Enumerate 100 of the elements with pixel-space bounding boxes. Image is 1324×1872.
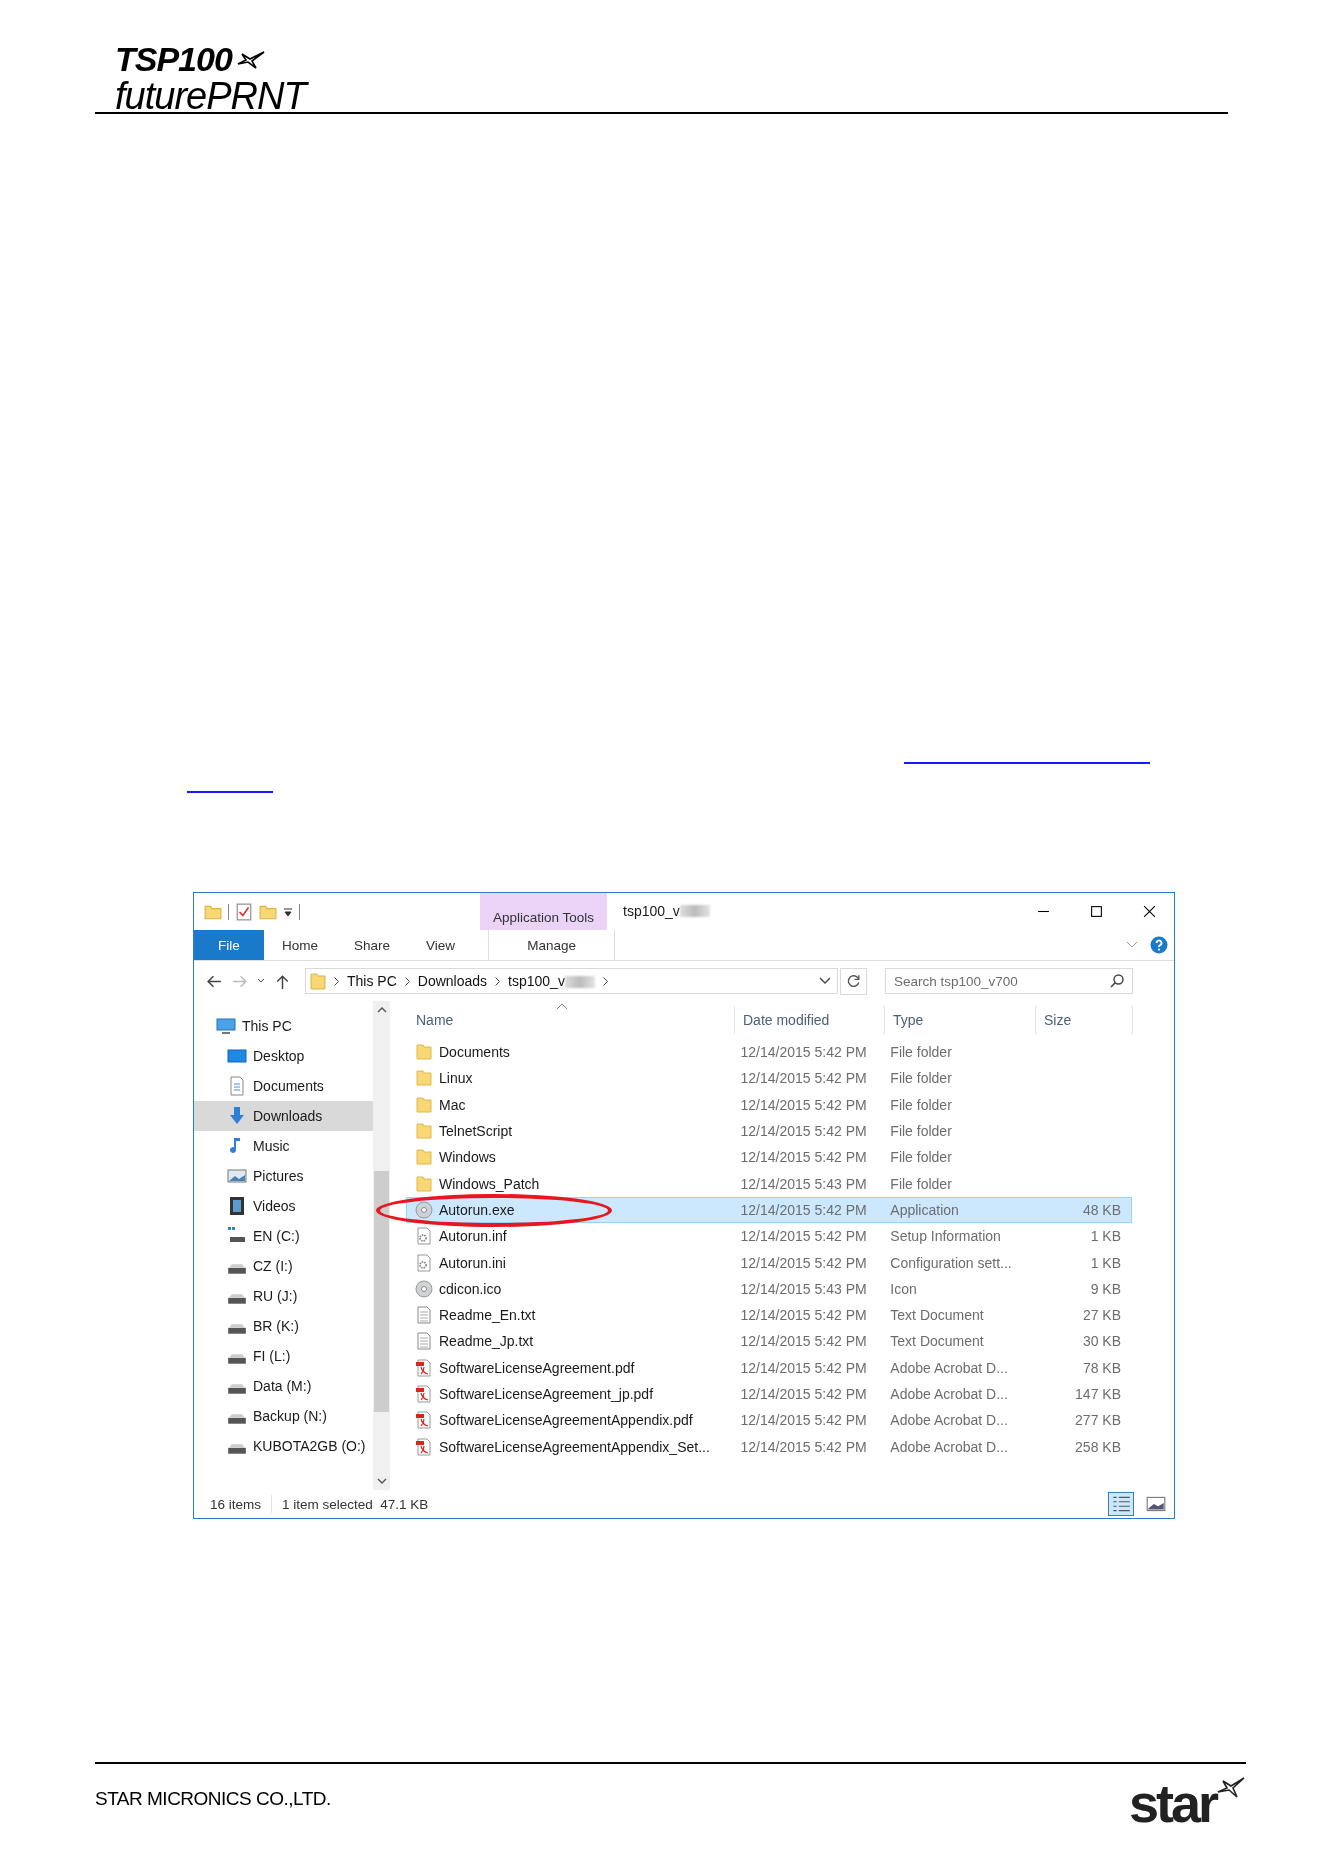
film-icon xyxy=(227,1196,247,1216)
dropdown-icon[interactable] xyxy=(283,906,293,917)
file-row[interactable]: Readme_En.txt 12/14/2015 5:42 PM Text Document 27 KB xyxy=(406,1301,1132,1329)
file-row[interactable]: cdicon.ico 12/14/2015 5:43 PM Icon 9 KB xyxy=(406,1275,1132,1302)
type-cell-text: Application xyxy=(889,1201,960,1218)
scroll-up-icon[interactable] xyxy=(376,1007,387,1013)
file-row[interactable]: Autorun.inf 12/14/2015 5:42 PM Setup Information 1 KB xyxy=(406,1223,1132,1250)
file-name: TelnetScript xyxy=(439,1123,513,1140)
nav-item[interactable]: EN (C:) xyxy=(194,1221,373,1251)
text-file-icon xyxy=(415,1306,433,1325)
breadcrumb-item[interactable]: Downloads xyxy=(417,973,488,989)
drive-icon xyxy=(227,1383,247,1395)
nav-item[interactable]: KUBOTA2GB (O:) xyxy=(194,1431,373,1461)
file-row[interactable]: SoftwareLicenseAgreementAppendix.pdf 12/14/2015 5:42 PM Adobe Acrobat D... 277 KB xyxy=(406,1407,1132,1434)
folder-icon xyxy=(415,1148,433,1167)
ribbon-tab[interactable]: File xyxy=(194,930,264,960)
drive-icon xyxy=(227,1353,247,1365)
nav-item[interactable]: Documents xyxy=(194,1071,373,1101)
scroll-down-icon[interactable] xyxy=(376,1478,387,1484)
size-cell: 78 KB xyxy=(1082,1359,1121,1376)
nav-item[interactable]: Backup (N:) xyxy=(194,1401,373,1431)
search-icon xyxy=(1109,973,1125,989)
nav-item[interactable]: BR (K:) xyxy=(194,1311,373,1341)
nav-item[interactable]: Videos xyxy=(194,1191,373,1221)
file-row[interactable]: Autorun.exe 12/14/2015 5:42 PM Application 48 KB xyxy=(406,1196,1132,1224)
date-cell-text: 12/14/2015 5:42 PM xyxy=(739,1149,868,1166)
date-cell-text: 12/14/2015 5:42 PM xyxy=(739,1254,868,1271)
breadcrumb-item[interactable]: This PC xyxy=(347,973,397,989)
type-cell-text: File folder xyxy=(889,1175,953,1192)
file-row[interactable]: Linux 12/14/2015 5:42 PM File folder xyxy=(406,1065,1132,1092)
date-cell-text: 12/14/2015 5:42 PM xyxy=(739,1307,868,1324)
file-row[interactable]: Windows_Patch 12/14/2015 5:43 PM File folder xyxy=(406,1170,1132,1197)
scrollbar[interactable] xyxy=(373,1001,390,1490)
file-name: SoftwareLicenseAgreement.pdf xyxy=(439,1359,635,1376)
selection-info: 1 item selected 47.1 KB xyxy=(282,1496,429,1512)
breadcrumb-item[interactable]: tsp100_v xyxy=(508,973,595,989)
nav-item[interactable]: FI (L:) xyxy=(194,1341,373,1371)
help-icon[interactable] xyxy=(1150,936,1168,954)
settings-file-icon xyxy=(415,1253,433,1272)
file-name: SoftwareLicenseAgreement_jp.pdf xyxy=(439,1386,654,1402)
disc-icon xyxy=(415,1279,433,1298)
file-row[interactable]: Readme_Jp.txt 12/14/2015 5:42 PM Text Document 30 KB xyxy=(406,1328,1132,1355)
blurred-text xyxy=(564,976,595,988)
details-view-icon[interactable] xyxy=(1108,1492,1134,1516)
nav-item[interactable]: Music xyxy=(194,1131,373,1161)
type-cell-text: File folder xyxy=(889,1096,953,1113)
file-name: Mac xyxy=(439,1096,466,1113)
file-row[interactable]: Documents 12/14/2015 5:42 PM File folder xyxy=(406,1039,1132,1066)
maximize-icon[interactable] xyxy=(1090,905,1103,918)
date-cell-text: 12/14/2015 5:42 PM xyxy=(739,1123,868,1140)
up-arrow-icon[interactable] xyxy=(274,972,291,990)
size-cell: 48 KB xyxy=(1082,1201,1121,1218)
settings-file-icon xyxy=(415,1227,433,1246)
size-cell: 277 KB xyxy=(1075,1412,1121,1429)
chevron-icon[interactable] xyxy=(404,976,410,986)
size-cell: 1 KB xyxy=(1090,1254,1121,1271)
disc-icon xyxy=(415,1200,433,1219)
column-header[interactable]: Type xyxy=(884,1006,1035,1034)
file-row[interactable]: Mac 12/14/2015 5:42 PM File folder xyxy=(406,1091,1132,1118)
file-row[interactable]: Windows 12/14/2015 5:42 PM File folder xyxy=(406,1144,1132,1171)
download-arrow-icon xyxy=(227,1106,247,1126)
file-row[interactable]: SoftwareLicenseAgreementAppendix_Set... 12/14/2015 5:42 PM Adobe Acrobat D... 258 KB xyxy=(406,1433,1132,1460)
nav-item[interactable]: Downloads xyxy=(194,1101,373,1131)
size-cell: 1 KB xyxy=(1090,1228,1121,1245)
caret-icon[interactable] xyxy=(819,977,831,985)
refresh-icon[interactable] xyxy=(840,967,867,995)
type-cell-text: File folder xyxy=(889,1149,953,1166)
nav-item[interactable]: RU (J:) xyxy=(194,1281,373,1311)
nav-item[interactable]: Desktop xyxy=(194,1041,373,1071)
close-icon[interactable] xyxy=(1143,905,1156,918)
text-file-icon xyxy=(415,1332,433,1351)
chevron-icon[interactable] xyxy=(602,976,608,986)
size-cell: 27 KB xyxy=(1082,1307,1121,1324)
file-row[interactable]: SoftwareLicenseAgreement_jp.pdf 12/14/2015 5:42 PM Adobe Acrobat D... 147 KB xyxy=(406,1380,1132,1408)
column-header[interactable]: Date modified xyxy=(734,1006,884,1034)
nav-item[interactable]: CZ (I:) xyxy=(194,1251,373,1281)
file-row[interactable]: TelnetScript 12/14/2015 5:42 PM File folder xyxy=(406,1117,1132,1145)
chevron-icon[interactable] xyxy=(334,976,339,986)
chevron-icon[interactable] xyxy=(495,976,501,986)
search-field[interactable]: Search tsp100_v700 xyxy=(885,968,1133,994)
file-row[interactable]: Autorun.ini 12/14/2015 5:42 PM Configuration sett... 1 KB xyxy=(406,1249,1132,1276)
date-cell-text: 12/14/2015 5:42 PM xyxy=(739,1228,868,1245)
checklist-icon[interactable] xyxy=(235,902,253,921)
file-name: Readme_En.txt xyxy=(439,1307,536,1324)
type-cell-text: Icon xyxy=(889,1280,918,1297)
date-cell-text: 12/14/2015 5:42 PM xyxy=(739,1333,868,1350)
column-header[interactable]: Size xyxy=(1035,1006,1133,1034)
size-cell: 30 KB xyxy=(1082,1333,1121,1350)
file-name: cdicon.ico xyxy=(439,1280,502,1297)
address-bar[interactable]: This PC Downloads tsp100_v xyxy=(305,968,838,994)
nav-item[interactable]: This PC xyxy=(194,1011,373,1041)
nav-item[interactable]: Pictures xyxy=(194,1161,373,1191)
folder-icon xyxy=(415,1122,433,1141)
column-header[interactable]: Name xyxy=(408,1006,734,1034)
size-cell: 9 KB xyxy=(1090,1280,1121,1297)
nav-item[interactable]: Data (M:) xyxy=(194,1371,373,1401)
file-name: Windows xyxy=(439,1149,496,1166)
ribbon-tab[interactable]: Manage xyxy=(488,930,616,960)
type-cell-text: Text Document xyxy=(889,1333,985,1350)
file-row[interactable]: SoftwareLicenseAgreement.pdf 12/14/2015 5:42 PM Adobe Acrobat D... 78 KB xyxy=(406,1354,1132,1381)
